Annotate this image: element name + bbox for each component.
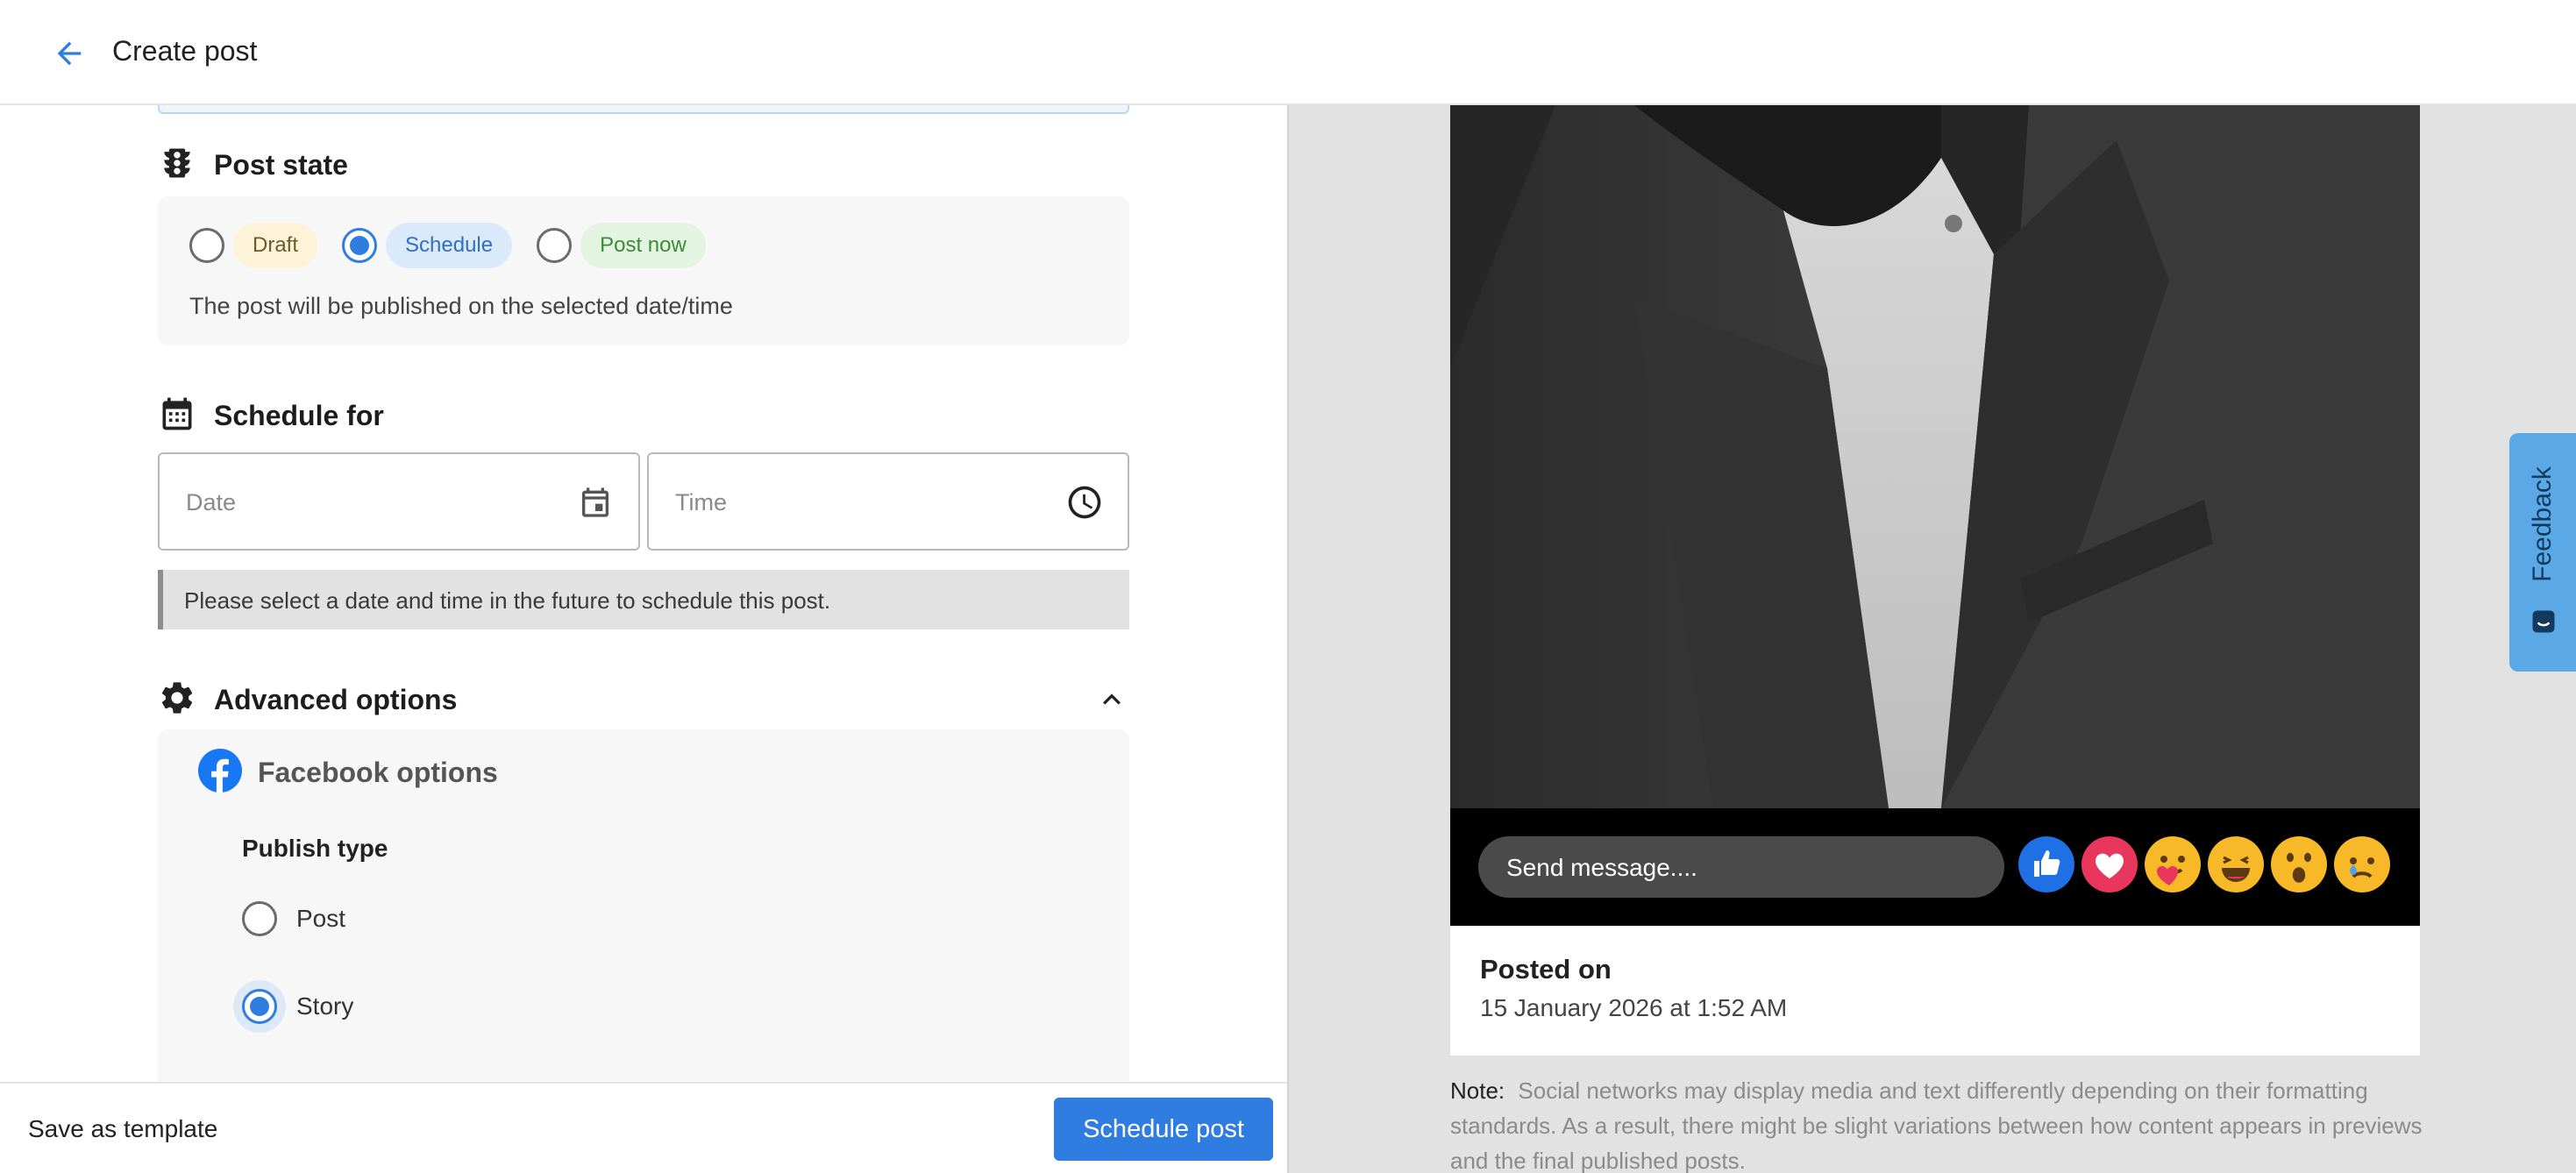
calendar-icon — [158, 395, 196, 437]
facebook-options-card: Facebook options Publish type Post Story — [158, 729, 1129, 1082]
like-icon[interactable] — [2018, 836, 2074, 892]
schedule-header: Schedule for — [158, 395, 384, 437]
post-state-header: Post state — [158, 144, 348, 187]
care-icon[interactable] — [2145, 836, 2201, 892]
publish-type-story-option[interactable]: Story — [233, 980, 354, 1033]
advanced-options-header[interactable]: Advanced options — [158, 679, 457, 722]
draft-radio[interactable] — [189, 228, 224, 263]
posted-on-date: 15 January 2026 at 1:52 AM — [1480, 994, 1788, 1021]
bottom-action-bar: Save as template Schedule post — [0, 1082, 1287, 1173]
publish-story-radio[interactable] — [242, 989, 277, 1024]
schedule-post-button[interactable]: Schedule post — [1054, 1098, 1273, 1161]
clock-icon[interactable] — [1064, 482, 1105, 523]
post-now-pill[interactable]: Post now — [580, 223, 706, 268]
posted-on-card: Posted on 15 January 2026 at 1:52 AM — [1450, 926, 2420, 1056]
facebook-options-title: Facebook options — [258, 757, 498, 788]
post-editor-panel: Post state Draft Schedule Post now The p… — [0, 105, 1287, 1082]
post-state-card: Draft Schedule Post now The post will be… — [158, 196, 1129, 345]
schedule-radio[interactable] — [342, 228, 378, 263]
post-state-title: Post state — [214, 149, 348, 181]
preview-note: Note: Social networks may display media … — [1450, 1073, 2423, 1173]
facebook-icon — [198, 749, 242, 797]
feedback-tab[interactable]: Feedback — [2509, 433, 2576, 672]
save-as-template-button[interactable]: Save as template — [28, 1115, 217, 1143]
note-label: Note: — [1450, 1077, 1505, 1104]
schedule-hint-text: Please select a date and time in the fut… — [184, 587, 831, 614]
time-input[interactable]: Time — [647, 452, 1129, 551]
back-arrow-icon[interactable] — [49, 33, 89, 74]
time-placeholder: Time — [675, 489, 727, 515]
date-input[interactable]: Date — [158, 452, 640, 551]
note-text: Social networks may display media and te… — [1450, 1077, 2423, 1173]
posted-on-label: Posted on — [1480, 954, 1612, 985]
publish-post-radio[interactable] — [242, 901, 277, 936]
draft-pill[interactable]: Draft — [233, 223, 318, 268]
sad-icon[interactable] — [2334, 836, 2390, 892]
post-preview-panel: Send message.... Posted on 15 January 20… — [1287, 105, 2576, 1173]
story-message-bar: Send message.... — [1450, 808, 2420, 926]
traffic-light-icon — [158, 144, 196, 187]
send-message-input[interactable]: Send message.... — [1478, 836, 2004, 898]
feedback-label: Feedback — [2528, 466, 2557, 582]
publish-post-label: Post — [296, 905, 346, 932]
chat-smile-icon — [2532, 610, 2555, 633]
schedule-title: Schedule for — [214, 400, 384, 431]
schedule-pill[interactable]: Schedule — [386, 223, 513, 268]
love-icon[interactable] — [2081, 836, 2138, 892]
advanced-options-title: Advanced options — [214, 684, 458, 715]
top-bar: Create post — [0, 0, 2576, 105]
post-image — [1450, 105, 2420, 808]
story-radio-focus-ring — [233, 980, 286, 1033]
schedule-hint: Please select a date and time in the fut… — [158, 570, 1129, 629]
publish-type-label: Publish type — [242, 835, 388, 862]
page-title: Create post — [112, 35, 258, 67]
reaction-bar — [2018, 836, 2390, 892]
publish-type-post-option[interactable]: Post — [242, 901, 345, 936]
publish-story-label: Story — [296, 992, 354, 1020]
info-banner-edge — [158, 105, 1129, 114]
send-message-placeholder: Send message.... — [1506, 854, 1697, 881]
facebook-options-header: Facebook options — [198, 749, 498, 797]
post-state-description: The post will be published on the select… — [189, 293, 733, 319]
wow-icon[interactable] — [2271, 836, 2327, 892]
gear-icon — [158, 679, 196, 722]
post-now-radio[interactable] — [537, 228, 573, 263]
date-picker-icon[interactable] — [575, 482, 616, 523]
date-placeholder: Date — [186, 489, 237, 515]
haha-icon[interactable] — [2208, 836, 2264, 892]
chevron-up-icon[interactable] — [1092, 680, 1131, 719]
